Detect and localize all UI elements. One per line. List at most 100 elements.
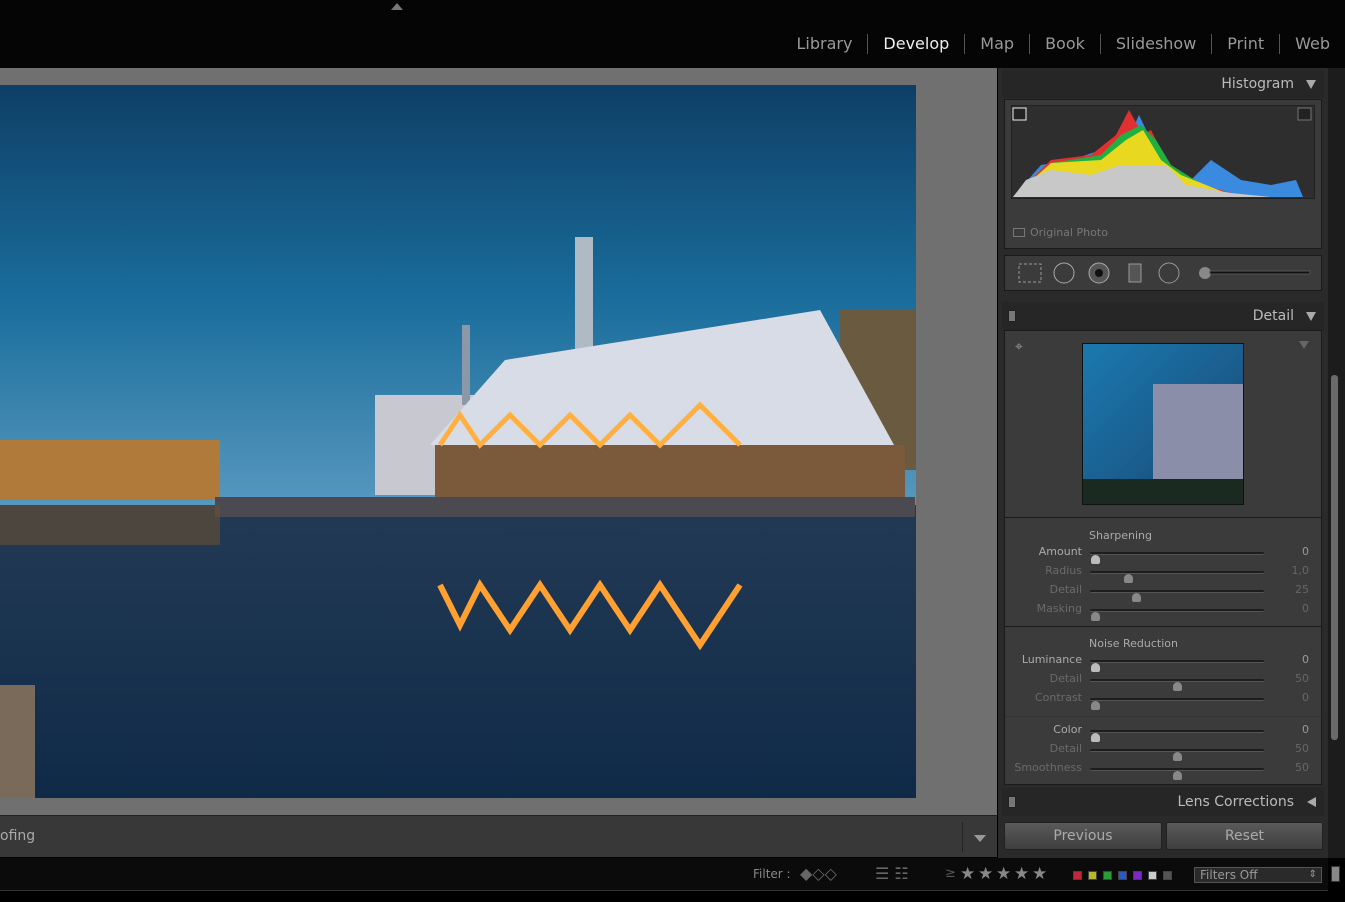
color-label-filter[interactable] [1088,871,1097,880]
star-filter-icon[interactable]: ★ [1014,864,1029,884]
slider-label: Masking [1036,602,1082,615]
color-label-filter[interactable] [1103,871,1112,880]
rating-operator[interactable]: ≥ [945,866,956,881]
filters-select[interactable]: Filters Off ⇕ [1194,867,1322,883]
slider-track[interactable] [1090,730,1264,742]
star-filter-icon[interactable]: ★ [1032,864,1047,884]
filmstrip-bar: Filter : ◆◇◇ ☰ ☷ ≥ ★ ★ ★ ★ ★ Filters Off ⇕ [0,858,1328,891]
histogram-header[interactable]: Histogram [1002,70,1324,98]
color-label-filter[interactable] [1148,871,1157,880]
collapse-top-panel-icon[interactable] [391,3,403,10]
slider-track[interactable] [1090,698,1264,710]
collapse-triangle-icon [1306,80,1316,89]
slider-thumb[interactable] [1173,771,1182,780]
toolbar: ofing [0,815,997,857]
crop-overlay-icon[interactable] [1018,263,1042,283]
graduated-filter-icon[interactable] [1128,263,1142,283]
star-filter-icon[interactable]: ★ [978,864,993,884]
slider-value[interactable]: 0 [1302,602,1309,615]
top-bar: Library Develop Map Book Slideshow Print Web [0,0,1345,68]
histogram-title: Histogram [1221,76,1294,92]
noise_reduction-luminance-slider[interactable]: Luminance 0 [1005,652,1323,672]
star-filter-icon[interactable]: ★ [996,864,1011,884]
chevron-down-icon [974,835,986,842]
sharpening-amount-slider[interactable]: Amount 0 [1005,544,1323,564]
highlight-clipping-icon[interactable] [1297,107,1312,121]
detail-preview-thumbnail[interactable] [1082,343,1244,505]
detail-header[interactable]: Detail [1002,302,1324,330]
adjustment-brush-icon[interactable] [1199,267,1211,279]
sharpening-radius-slider[interactable]: Radius 1,0 [1005,563,1323,583]
star-filter-icon[interactable]: ★ [960,864,975,884]
slider-track[interactable] [1090,679,1264,691]
module-slideshow[interactable]: Slideshow [1099,34,1211,54]
filmstrip-switch-icon[interactable] [1331,866,1340,882]
slider-value[interactable]: 0 [1302,653,1309,666]
flag-filter-icons[interactable]: ◆◇◇ [800,864,837,883]
slider-track[interactable] [1090,768,1264,780]
noise_reduction-contrast-slider[interactable]: Contrast 0 [1005,690,1323,710]
expand-triangle-icon [1307,797,1316,807]
slider-track[interactable] [1090,590,1264,602]
module-book[interactable]: Book [1029,34,1100,54]
color-color-slider[interactable]: Color 0 [1005,722,1323,742]
panel-switch-icon[interactable] [1008,796,1016,808]
slider-thumb[interactable] [1091,612,1100,621]
color-label-filter[interactable] [1163,871,1172,880]
preview-menu-icon[interactable] [1299,341,1309,349]
slider-label: Amount [1038,545,1082,558]
slider-value[interactable]: 50 [1295,672,1309,685]
slider-track[interactable] [1090,660,1264,672]
color-label-filter[interactable] [1118,871,1127,880]
slider-value[interactable]: 25 [1295,583,1309,596]
color-smoothness-slider[interactable]: Smoothness 50 [1005,760,1323,780]
toolbar-content-menu[interactable] [962,822,994,852]
slider-value[interactable]: 0 [1302,723,1309,736]
slider-label: Detail [1049,583,1082,596]
module-map[interactable]: Map [964,34,1029,54]
sharpening-detail-slider[interactable]: Detail 25 [1005,582,1323,602]
slider-track[interactable] [1090,749,1264,761]
panel-switch-icon[interactable] [1008,310,1016,322]
slider-track[interactable] [1090,552,1264,564]
soft-proofing-label[interactable]: ofing [0,828,35,844]
detail-panel: ⌖ Sharpening Amount 0 Radius 1,0 Detail 25 Mas… [1004,330,1322,785]
slider-label: Luminance [1021,653,1082,666]
slider-value[interactable]: 50 [1295,742,1309,755]
slider-label: Contrast [1034,691,1082,704]
original-photo-checkbox[interactable] [1013,228,1025,237]
slider-value[interactable]: 0 [1302,545,1309,558]
lens-corrections-header[interactable]: Lens Corrections [1002,788,1324,816]
slider-track[interactable] [1090,609,1264,621]
updown-icon: ⇕ [1308,869,1317,880]
slider-track[interactable] [1090,571,1264,583]
shadow-clipping-icon[interactable] [1012,107,1027,121]
detail-title: Detail [1252,308,1294,324]
radial-filter-icon[interactable] [1158,262,1180,284]
filters-select-value: Filters Off [1200,868,1258,882]
tool-size-slider[interactable] [1209,270,1311,275]
color-label-filter[interactable] [1133,871,1142,880]
module-print[interactable]: Print [1211,34,1279,54]
tool-strip [1004,255,1322,291]
scrollbar-thumb[interactable] [1331,375,1338,740]
slider-label: Detail [1049,672,1082,685]
spot-removal-icon[interactable] [1053,262,1075,284]
slider-value[interactable]: 50 [1295,761,1309,774]
sharpening-masking-slider[interactable]: Masking 0 [1005,601,1323,621]
slider-thumb[interactable] [1091,701,1100,710]
previous-button[interactable]: Previous [1004,822,1162,850]
edit-filter-icons[interactable]: ☰ ☷ [875,864,909,883]
color-label-filter[interactable] [1073,871,1082,880]
slider-value[interactable]: 1,0 [1292,564,1310,577]
photo-preview[interactable] [0,85,916,798]
module-library[interactable]: Library [781,34,867,54]
color-detail-slider[interactable]: Detail 50 [1005,741,1323,761]
target-adjustment-icon[interactable]: ⌖ [1015,339,1023,355]
noise_reduction-detail-slider[interactable]: Detail 50 [1005,671,1323,691]
lens-corrections-title: Lens Corrections [1177,794,1294,810]
slider-value[interactable]: 0 [1302,691,1309,704]
module-develop[interactable]: Develop [867,34,964,54]
reset-button[interactable]: Reset [1166,822,1323,850]
module-web[interactable]: Web [1279,34,1345,54]
